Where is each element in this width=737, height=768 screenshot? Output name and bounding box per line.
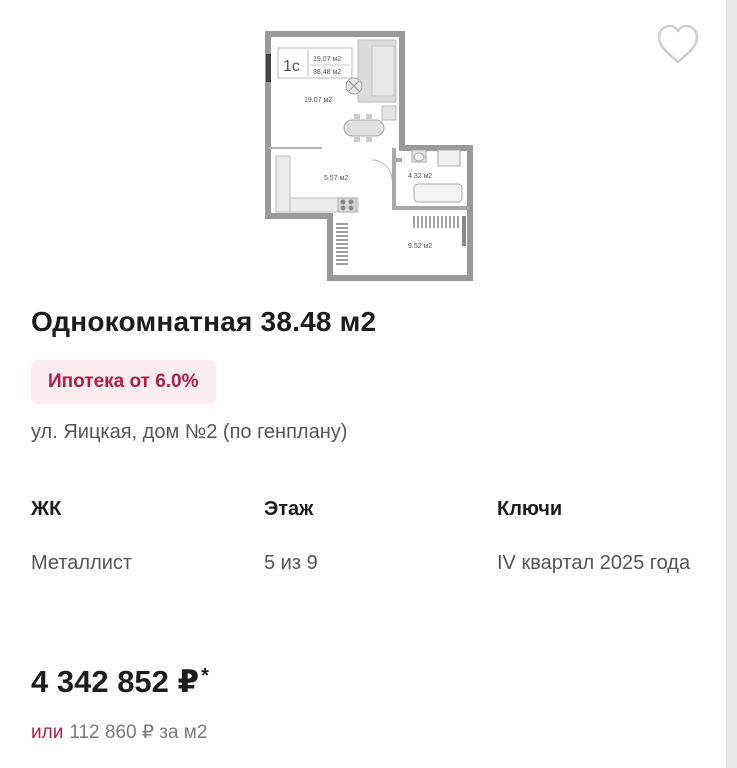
price-per-meter-prefix: или — [31, 722, 64, 743]
detail-floor-label: Этаж — [264, 498, 314, 520]
detail-floor-value: 5 из 9 — [264, 552, 318, 574]
price-per-meter: или 112 860 ₽ за м2 — [31, 721, 207, 744]
mortgage-badge: Ипотека от 6.0% — [31, 360, 216, 404]
detail-floor: Этаж 5 из 9 — [264, 498, 318, 582]
plan-type-label: 1с — [283, 58, 300, 75]
plan-room-kitchen: 5.57 м2 — [324, 175, 348, 182]
detail-keys-label: Ключи — [497, 498, 563, 520]
floor-plan-image[interactable]: 1с 19,07 м2 38,48 м2 19.07 м2 5.57 м2 4.… — [262, 30, 474, 282]
detail-keys: Ключи IV квартал 2025 года — [497, 498, 712, 582]
price-footnote-mark: * — [201, 665, 209, 687]
listing-title[interactable]: Однокомнатная 38.48 м2 — [31, 306, 376, 338]
plan-room-bath: 4.32 м2 — [408, 173, 432, 180]
detail-complex: ЖК Металлист — [31, 498, 132, 582]
detail-keys-value: IV квартал 2025 года — [497, 552, 691, 574]
price-value: 4 342 852 ₽ — [31, 664, 200, 699]
plan-room-balcony: 9.52 м2 — [408, 243, 432, 250]
plan-room-main: 19.07 м2 — [304, 97, 332, 104]
detail-complex-value: Металлист — [31, 552, 133, 574]
plan-living-area: 19,07 м2 — [313, 56, 341, 63]
heart-icon — [657, 24, 699, 64]
listing-address: ул. Яицкая, дом №2 (по генплану) — [31, 421, 348, 443]
favorite-button[interactable] — [654, 22, 702, 66]
price: 4 342 852 ₽ * — [31, 664, 209, 700]
detail-complex-label: ЖК — [31, 498, 62, 520]
price-per-meter-value: 112 860 ₽ за м2 — [69, 722, 208, 743]
apartment-card[interactable]: 1с 19,07 м2 38,48 м2 19.07 м2 5.57 м2 4.… — [0, 0, 727, 768]
plan-total-area: 38,48 м2 — [313, 69, 341, 76]
